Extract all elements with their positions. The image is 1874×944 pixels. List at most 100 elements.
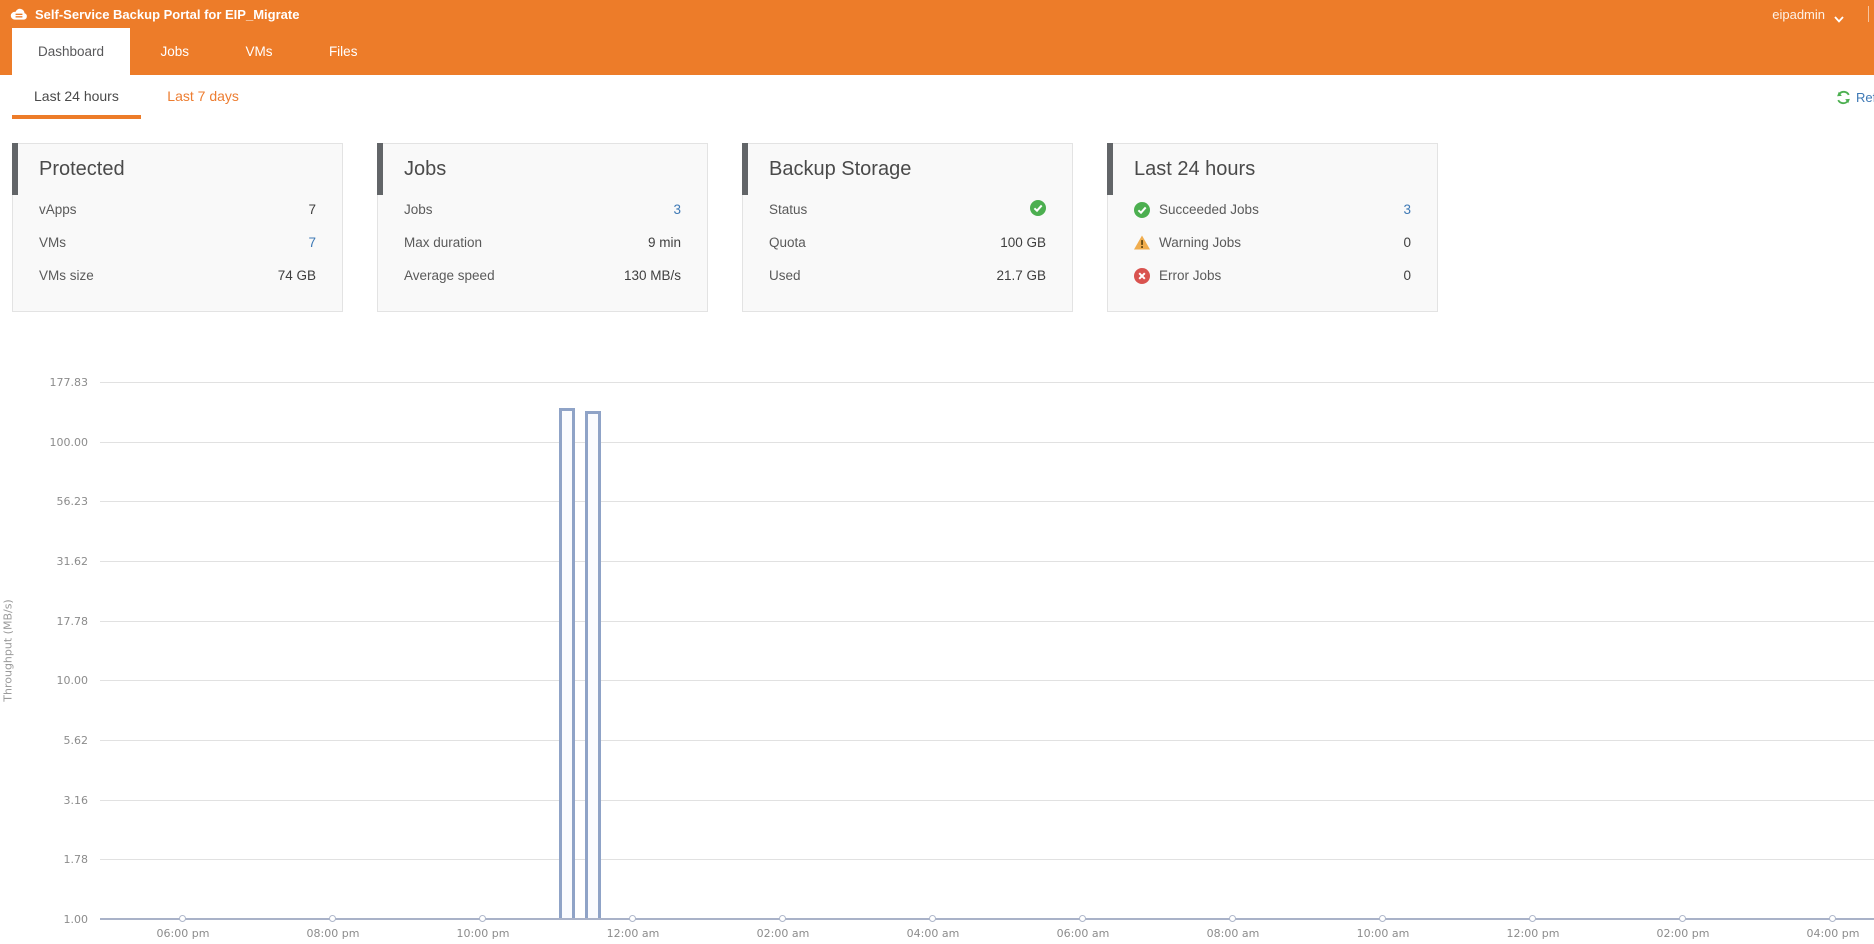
chart-gridline — [100, 859, 1874, 860]
card-last-24-hours: Last 24 hours Succeeded Jobs 3 — [1107, 143, 1438, 312]
x-axis-tick-label: 10:00 am — [1338, 927, 1428, 940]
throughput-chart: Throughput (MB/s) 177.83100.0056.2331.62… — [0, 334, 1874, 944]
card-protected: Protected vApps 7 VMs 7 VMs size 74 GB — [12, 143, 343, 312]
error-icon — [1134, 268, 1150, 284]
card-accent — [12, 143, 18, 195]
brand: Self-Service Backup Portal for EIP_Migra… — [10, 0, 299, 28]
x-axis-tick-label: 02:00 pm — [1638, 927, 1728, 940]
card-title: Protected — [39, 158, 342, 181]
stat-value: 100 GB — [1000, 235, 1046, 250]
axis-tick-marker — [1229, 915, 1236, 922]
user-name: eipadmin — [1772, 7, 1825, 22]
x-axis-tick-label: 06:00 am — [1038, 927, 1128, 940]
card-jobs: Jobs Jobs 3 Max duration 9 min Average s… — [377, 143, 708, 312]
throughput-bar[interactable] — [559, 408, 575, 919]
stat-value: 21.7 GB — [996, 268, 1046, 283]
warning-icon — [1134, 235, 1150, 251]
stat-label: Quota — [769, 235, 806, 250]
chart-gridline — [100, 680, 1874, 681]
y-axis-tick-label: 100.00 — [0, 436, 88, 449]
stat-row-used: Used 21.7 GB — [769, 259, 1046, 292]
x-axis-tick-label: 04:00 am — [888, 927, 978, 940]
stat-row-status: Status — [769, 193, 1046, 226]
y-axis-tick-label: 3.16 — [0, 794, 88, 807]
stat-row-vms-size: VMs size 74 GB — [39, 259, 316, 292]
stat-label: vApps — [39, 202, 77, 217]
tab-files[interactable]: Files — [303, 28, 384, 75]
chart-gridline — [100, 382, 1874, 383]
stat-value: 7 — [308, 202, 316, 217]
card-title: Last 24 hours — [1134, 158, 1437, 181]
refresh-icon — [1836, 90, 1851, 105]
x-axis-tick-label: 12:00 pm — [1488, 927, 1578, 940]
cloud-icon — [10, 7, 28, 21]
tab-jobs[interactable]: Jobs — [135, 28, 216, 75]
axis-tick-marker — [1529, 915, 1536, 922]
axis-tick-marker — [1679, 915, 1686, 922]
stat-value: 130 MB/s — [624, 268, 681, 283]
x-axis-tick-label: 08:00 pm — [288, 927, 378, 940]
stat-value-link[interactable]: 3 — [1403, 202, 1411, 217]
refresh-label: Refresh — [1856, 90, 1874, 105]
chart-gridline — [100, 561, 1874, 562]
stat-label: Used — [769, 268, 801, 283]
y-axis-tick-label: 1.78 — [0, 853, 88, 866]
stat-label: Average speed — [404, 268, 495, 283]
stat-label: Jobs — [404, 202, 433, 217]
top-title-bar: Self-Service Backup Portal for EIP_Migra… — [0, 0, 1874, 28]
y-axis-tick-label: 5.62 — [0, 734, 88, 747]
card-accent — [377, 143, 383, 195]
tab-dashboard[interactable]: Dashboard — [12, 28, 130, 75]
chart-gridline — [100, 800, 1874, 801]
x-axis-tick-label: 12:00 am — [588, 927, 678, 940]
stat-value-link[interactable]: 3 — [673, 202, 681, 217]
axis-tick-marker — [329, 915, 336, 922]
axis-tick-marker — [1829, 915, 1836, 922]
stat-label: Succeeded Jobs — [1159, 202, 1259, 217]
stat-value-link[interactable]: 7 — [308, 235, 316, 250]
axis-tick-marker — [179, 915, 186, 922]
success-icon — [1134, 202, 1150, 218]
stat-label: Warning Jobs — [1159, 235, 1241, 250]
y-axis-tick-label: 10.00 — [0, 674, 88, 687]
portal-title: Self-Service Backup Portal for EIP_Migra… — [35, 7, 299, 22]
stat-row-max-duration: Max duration 9 min — [404, 226, 681, 259]
stat-value: 0 — [1403, 268, 1411, 283]
card-accent — [1107, 143, 1113, 195]
card-title: Backup Storage — [769, 158, 1072, 181]
chart-gridline — [100, 740, 1874, 741]
subtab-last-7-days[interactable]: Last 7 days — [145, 75, 261, 119]
stat-value: 74 GB — [278, 268, 316, 283]
y-axis-tick-label: 31.62 — [0, 555, 88, 568]
axis-tick-marker — [629, 915, 636, 922]
user-menu[interactable]: eipadmin — [1772, 0, 1844, 28]
axis-tick-marker — [1079, 915, 1086, 922]
axis-tick-marker — [779, 915, 786, 922]
throughput-bar[interactable] — [585, 411, 601, 919]
main-tab-bar: Dashboard Jobs VMs Files — [0, 28, 1874, 75]
stat-label: Max duration — [404, 235, 482, 250]
stat-value: 0 — [1403, 235, 1411, 250]
tab-vms[interactable]: VMs — [219, 28, 298, 75]
card-backup-storage: Backup Storage Status Quota 100 GB Used … — [742, 143, 1073, 312]
period-sub-tabs: Last 24 hours Last 7 days — [0, 75, 1874, 120]
x-axis-tick-label: 06:00 pm — [138, 927, 228, 940]
refresh-button[interactable]: Refresh — [1836, 75, 1874, 120]
stat-row-average-speed: Average speed 130 MB/s — [404, 259, 681, 292]
x-axis-tick-label: 08:00 am — [1188, 927, 1278, 940]
x-axis-tick-label: 10:00 pm — [438, 927, 528, 940]
subtab-last-24-hours[interactable]: Last 24 hours — [12, 75, 141, 119]
stat-label: VMs size — [39, 268, 94, 283]
y-axis-tick-label: 1.00 — [0, 913, 88, 926]
stat-row-succeeded-jobs: Succeeded Jobs 3 — [1134, 193, 1411, 226]
y-axis-tick-label: 177.83 — [0, 376, 88, 389]
stat-row-vms: VMs 7 — [39, 226, 316, 259]
axis-tick-marker — [479, 915, 486, 922]
stat-value: 9 min — [648, 235, 681, 250]
x-axis-tick-label: 02:00 am — [738, 927, 828, 940]
stat-row-quota: Quota 100 GB — [769, 226, 1046, 259]
status-ok-icon — [1030, 200, 1046, 216]
header-divider — [1868, 6, 1869, 22]
x-axis-tick-label: 04:00 pm — [1788, 927, 1874, 940]
card-accent — [742, 143, 748, 195]
